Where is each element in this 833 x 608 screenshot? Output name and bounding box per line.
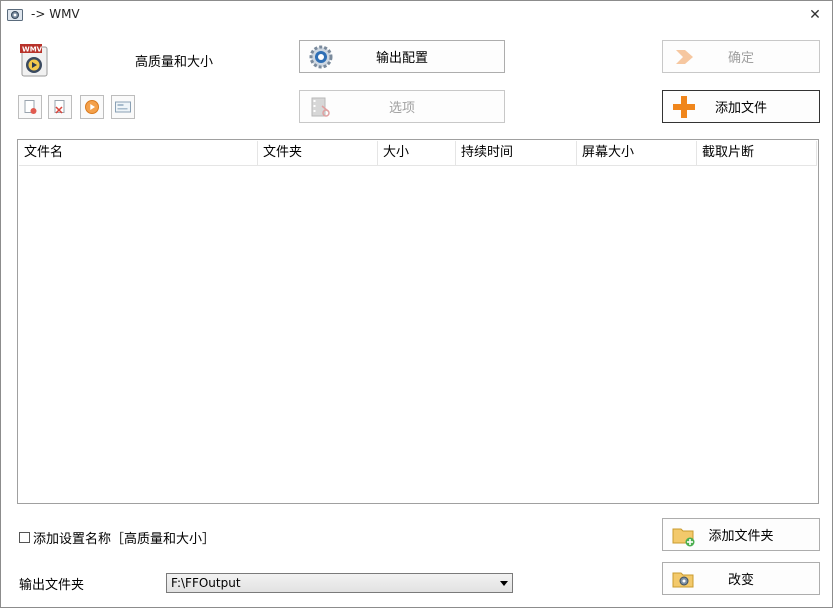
- media-info-button[interactable]: [111, 95, 135, 119]
- play-icon: [85, 100, 99, 114]
- plus-icon: [673, 95, 695, 118]
- chevron-down-icon: [500, 581, 508, 586]
- change-label: 改变: [727, 573, 754, 588]
- media-info-icon: [115, 101, 131, 113]
- output-folder-label: 输出文件夹: [19, 578, 85, 593]
- remove-file-icon: [24, 100, 37, 114]
- file-list-header: 文件名 文件夹 大小 持续时间 屏幕大小 截取片断: [19, 141, 817, 166]
- column-header-size[interactable]: 大小: [378, 141, 456, 165]
- add-setting-name-label: 添加设置名称［高质量和大小］: [33, 532, 216, 547]
- arrow-right-icon: [676, 49, 693, 64]
- options-button[interactable]: 选项: [299, 90, 505, 123]
- window-title: -> WMV: [31, 7, 80, 21]
- column-header-clip[interactable]: 截取片断: [697, 141, 817, 165]
- remove-file-button[interactable]: [18, 95, 42, 119]
- folder-settings-icon: [672, 572, 694, 587]
- ok-button[interactable]: 确定: [662, 40, 820, 73]
- play-button[interactable]: [80, 95, 104, 119]
- column-header-duration[interactable]: 持续时间: [456, 141, 577, 165]
- change-button[interactable]: 改变: [662, 562, 820, 595]
- add-setting-name-option[interactable]: 添加设置名称［高质量和大小］: [19, 528, 215, 547]
- column-header-folder[interactable]: 文件夹: [258, 141, 378, 165]
- file-list[interactable]: 文件名 文件夹 大小 持续时间 屏幕大小 截取片断: [17, 139, 819, 504]
- output-config-label: 输出配置: [375, 51, 428, 66]
- close-button[interactable]: ✕: [798, 1, 832, 29]
- title-bar: -> WMV ✕: [1, 1, 832, 29]
- add-setting-name-checkbox[interactable]: [19, 532, 30, 543]
- column-header-screen-size[interactable]: 屏幕大小: [577, 141, 697, 165]
- app-icon: [7, 9, 23, 21]
- add-file-button[interactable]: 添加文件: [662, 90, 820, 123]
- gear-icon: [309, 45, 333, 68]
- wmv-logo-text: WMV: [22, 46, 43, 54]
- ok-label: 确定: [727, 51, 754, 66]
- preset-name: 高质量和大小: [135, 55, 214, 70]
- converter-window: -> WMV ✕ WMV 高质量和大小 输出配置 选项 确定 添加文件 文件名 …: [0, 0, 833, 608]
- film-cut-icon: [311, 97, 330, 117]
- add-folder-label: 添加文件夹: [708, 529, 774, 544]
- clear-list-button[interactable]: [48, 95, 72, 119]
- wmv-format-icon: WMV: [20, 44, 48, 77]
- output-folder-value: F:\FFOutput: [171, 576, 241, 590]
- clear-list-icon: [54, 100, 65, 114]
- add-folder-button[interactable]: 添加文件夹: [662, 518, 820, 551]
- output-config-button[interactable]: 输出配置: [299, 40, 505, 73]
- column-header-filename[interactable]: 文件名: [19, 141, 258, 165]
- output-folder-select[interactable]: F:\FFOutput: [166, 573, 513, 593]
- add-folder-icon: [672, 528, 695, 546]
- close-icon: ✕: [809, 7, 821, 23]
- options-label: 选项: [388, 101, 415, 116]
- add-file-label: 添加文件: [714, 101, 767, 116]
